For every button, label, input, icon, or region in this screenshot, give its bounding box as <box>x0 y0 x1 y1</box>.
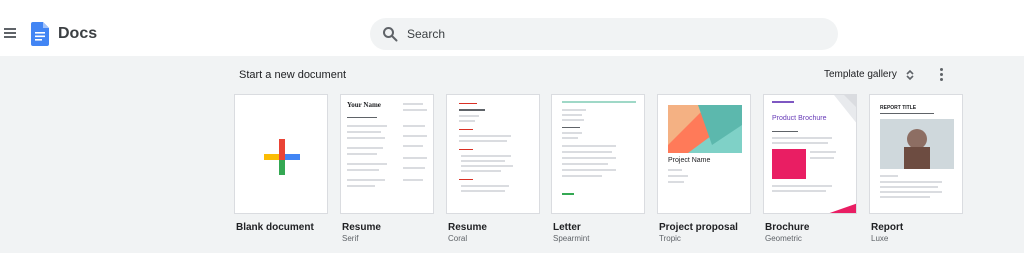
template-label[interactable]: Report <box>871 222 903 233</box>
template-sublabel: Serif <box>342 234 359 243</box>
thumbnail-artwork <box>668 105 742 153</box>
docs-logo-icon[interactable] <box>31 22 49 46</box>
template-sublabel: Coral <box>448 234 468 243</box>
thumbnail-photo <box>772 149 806 179</box>
thumbnail-heading: Your Name <box>347 101 381 109</box>
template-sublabel: Geometric <box>765 234 802 243</box>
template-card-resume-serif[interactable]: Your Name <box>340 94 434 214</box>
unfold-more-icon[interactable] <box>905 69 915 81</box>
template-label[interactable]: Project proposal <box>659 222 738 233</box>
thumbnail-artwork <box>829 203 856 213</box>
thumbnail-artwork <box>834 95 856 123</box>
template-card-report[interactable]: REPORT TITLE <box>869 94 963 214</box>
template-card-project-proposal[interactable]: Project Name <box>657 94 751 214</box>
template-label[interactable]: Resume <box>342 222 381 233</box>
menu-icon[interactable] <box>4 28 16 38</box>
template-card-brochure[interactable]: Product Brochure <box>763 94 857 214</box>
search-bar[interactable]: Search <box>370 18 838 50</box>
template-sublabel: Luxe <box>871 234 889 243</box>
search-placeholder: Search <box>407 27 446 41</box>
section-title: Start a new document <box>239 69 347 81</box>
thumbnail-heading: Product Brochure <box>772 115 827 122</box>
thumbnail-heading: REPORT TITLE <box>880 105 917 111</box>
template-card-letter[interactable] <box>551 94 645 214</box>
thumbnail-heading: Project Name <box>668 157 711 164</box>
template-card-resume-coral[interactable] <box>446 94 540 214</box>
search-icon <box>383 27 398 42</box>
plus-icon <box>264 139 300 175</box>
template-sublabel: Spearmint <box>553 234 590 243</box>
app-name[interactable]: Docs <box>58 25 97 43</box>
template-sublabel: Tropic <box>659 234 681 243</box>
template-label[interactable]: Resume <box>448 222 487 233</box>
thumbnail-photo <box>880 119 954 169</box>
template-gallery-button[interactable]: Template gallery <box>824 69 897 80</box>
template-label[interactable]: Letter <box>553 222 581 233</box>
template-card-blank[interactable] <box>234 94 328 214</box>
top-bar: Docs Search <box>0 0 1024 56</box>
template-label[interactable]: Brochure <box>765 222 809 233</box>
template-label[interactable]: Blank document <box>236 222 314 233</box>
more-vertical-icon[interactable] <box>938 68 946 81</box>
